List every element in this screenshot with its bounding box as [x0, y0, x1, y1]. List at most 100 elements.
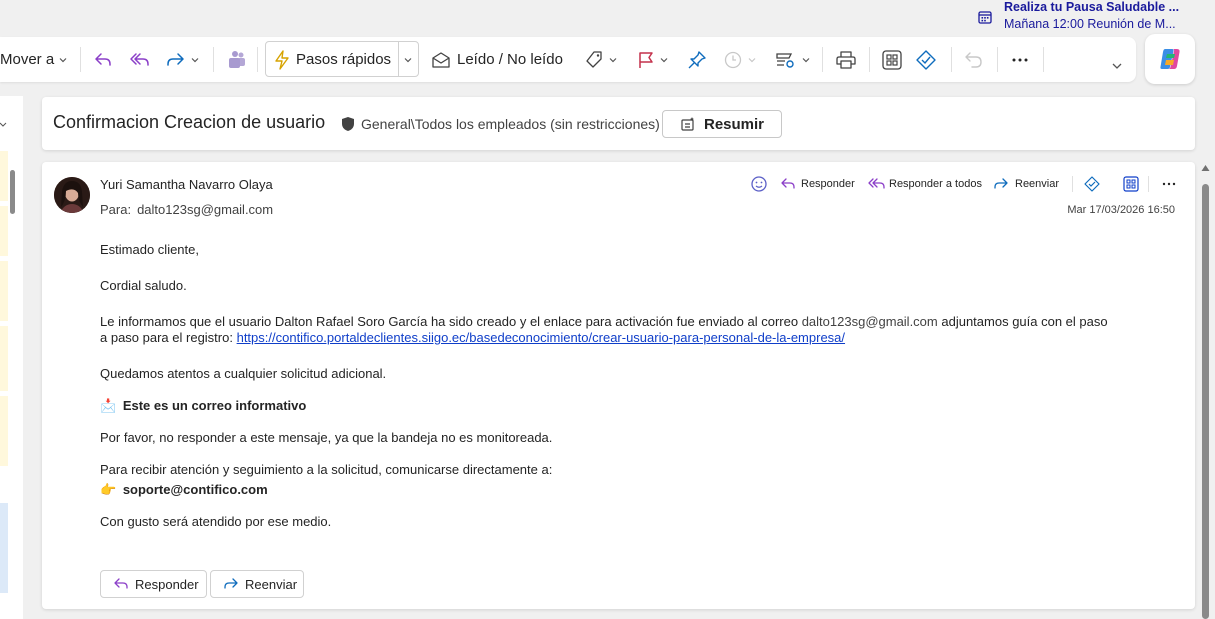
reading-pane-scrollbar[interactable] — [1202, 184, 1209, 619]
rules-button[interactable] — [775, 37, 811, 82]
reply-all-button[interactable] — [129, 37, 151, 82]
chevron-down-icon — [0, 122, 7, 127]
pin-icon — [688, 50, 706, 68]
forward-icon — [224, 578, 238, 589]
quick-steps-button[interactable]: Pasos rápidos — [274, 37, 391, 82]
print-button[interactable] — [835, 37, 857, 82]
quick-steps-label: Pasos rápidos — [296, 51, 392, 68]
reply-icon — [95, 52, 111, 66]
to-label: Para: — [100, 202, 132, 217]
knowledge-base-link[interactable]: https://contifico.portaldeclientes.siigo… — [237, 330, 845, 345]
toolbar-divider — [822, 47, 823, 72]
rules-icon — [776, 52, 794, 68]
list-item[interactable] — [0, 261, 8, 321]
summarize-button[interactable]: Resumir — [662, 110, 782, 138]
toolbar-divider — [951, 47, 952, 72]
undo-button[interactable] — [963, 37, 985, 82]
recipient-address[interactable]: dalto123sg@gmail.com — [137, 202, 273, 217]
forward-button[interactable] — [164, 37, 200, 82]
list-item[interactable] — [0, 326, 8, 391]
apps-action[interactable] — [1122, 174, 1140, 194]
email-subject: Confirmacion Creacion de usuario — [53, 112, 326, 132]
more-options-button[interactable] — [1010, 37, 1030, 82]
apps-grid-icon — [1123, 176, 1139, 192]
body-info-line2: a paso para el registro: https://contifi… — [100, 329, 845, 346]
diamond-check-icon — [916, 49, 936, 70]
flag-icon — [639, 51, 653, 68]
expand-ribbon-button[interactable] — [1111, 43, 1123, 88]
body-support: 👉 soporte@contifico.com — [100, 481, 268, 498]
categorize-button[interactable] — [584, 37, 618, 82]
bottom-forward-label: Reenviar — [245, 576, 298, 592]
forward-action[interactable]: Reenviar — [992, 174, 1059, 194]
copilot-icon — [1160, 49, 1180, 69]
flag-button[interactable] — [637, 37, 669, 82]
body-greeting: Estimado cliente, — [100, 242, 199, 257]
apps-button[interactable] — [881, 37, 903, 82]
info-text-prefix: a paso para el registro: — [100, 330, 233, 345]
reply-action-label: Responder — [801, 178, 855, 190]
tag-icon — [586, 50, 602, 68]
undo-icon — [965, 51, 982, 68]
lightning-icon — [275, 49, 289, 70]
info-text-2: adjuntamos guía con el paso — [941, 314, 1108, 329]
copilot-button[interactable] — [1145, 34, 1195, 84]
move-to-button[interactable]: Mover a — [0, 37, 68, 82]
subject-header: Confirmacion Creacion de usuario General… — [42, 97, 1195, 150]
toolbar-divider — [869, 47, 870, 72]
chevron-down-icon — [59, 57, 67, 62]
summary-sparkle-icon — [681, 117, 694, 131]
body-attentive: Quedamos atentos a cualquier solicitud a… — [100, 366, 387, 381]
body-no-reply: Por favor, no responder a este mensaje, … — [100, 430, 553, 445]
reply-all-action[interactable]: Responder a todos — [867, 174, 982, 194]
list-item[interactable] — [0, 396, 8, 466]
bottom-reply-button[interactable]: Responder — [100, 570, 207, 598]
reply-icon — [781, 178, 795, 189]
inbox-tray-icon: 📩 — [100, 398, 117, 413]
bottom-forward-button[interactable]: Reenviar — [210, 570, 304, 598]
reminder-detail[interactable]: Mañana 12:00 Reunión de M... — [1004, 16, 1176, 32]
chevron-down-icon — [748, 57, 756, 62]
printer-icon — [836, 50, 856, 69]
shield-icon — [342, 117, 354, 131]
body-info-line1: Le informamos que el usuario Dalton Rafa… — [100, 313, 1108, 330]
bottom-reply-label: Responder — [135, 576, 199, 592]
react-button[interactable] — [750, 174, 768, 194]
read-unread-button[interactable]: Leído / No leído — [431, 37, 563, 82]
reply-all-icon — [868, 178, 885, 189]
message-date: Mar 17/03/2026 16:50 — [1067, 204, 1175, 216]
support-email[interactable]: soporte@contifico.com — [123, 482, 268, 497]
reply-button[interactable] — [93, 37, 113, 82]
sensitivity-label[interactable]: General\Todos los empleados (sin restric… — [361, 116, 660, 132]
more-actions-button[interactable] — [1161, 174, 1177, 194]
toolbar-divider — [997, 47, 998, 72]
recipient-row: Para: dalto123sg@gmail.com — [100, 202, 273, 217]
list-scrollbar[interactable] — [10, 170, 15, 214]
clock-icon — [724, 51, 742, 68]
actions-divider — [1148, 176, 1149, 192]
forward-icon — [994, 178, 1008, 189]
sender-name[interactable]: Yuri Samantha Navarro Olaya — [100, 177, 273, 192]
body-contact-intro: Para recibir atención y seguimiento a la… — [100, 462, 553, 477]
viva-insights-action[interactable] — [1083, 174, 1101, 194]
chevron-down-icon — [802, 57, 810, 62]
summarize-label: Resumir — [703, 115, 765, 133]
body-informative-title: 📩 Este es un correo informativo — [100, 397, 306, 414]
selected-list-item[interactable] — [0, 503, 8, 593]
teams-button[interactable] — [226, 37, 248, 82]
scroll-up-icon[interactable] — [1201, 164, 1210, 172]
reminder-title[interactable]: Realiza tu Pausa Saludable ... — [1004, 0, 1179, 15]
avatar[interactable] — [54, 177, 90, 213]
quick-steps-dropdown[interactable] — [403, 37, 413, 82]
pin-button[interactable] — [687, 37, 707, 82]
viva-insights-button[interactable] — [915, 37, 937, 82]
forward-action-label: Reenviar — [1015, 178, 1060, 190]
info-email[interactable]: dalto123sg@gmail.com — [802, 314, 938, 329]
snooze-button[interactable] — [723, 37, 757, 82]
toolbar-divider — [213, 47, 214, 72]
reply-action[interactable]: Responder — [779, 174, 855, 194]
body-closing: Con gusto será atendido por ese medio. — [100, 514, 332, 529]
list-item[interactable] — [0, 151, 8, 201]
list-item[interactable] — [0, 206, 8, 256]
message-card: Yuri Samantha Navarro Olaya Para: dalto12… — [42, 162, 1195, 609]
